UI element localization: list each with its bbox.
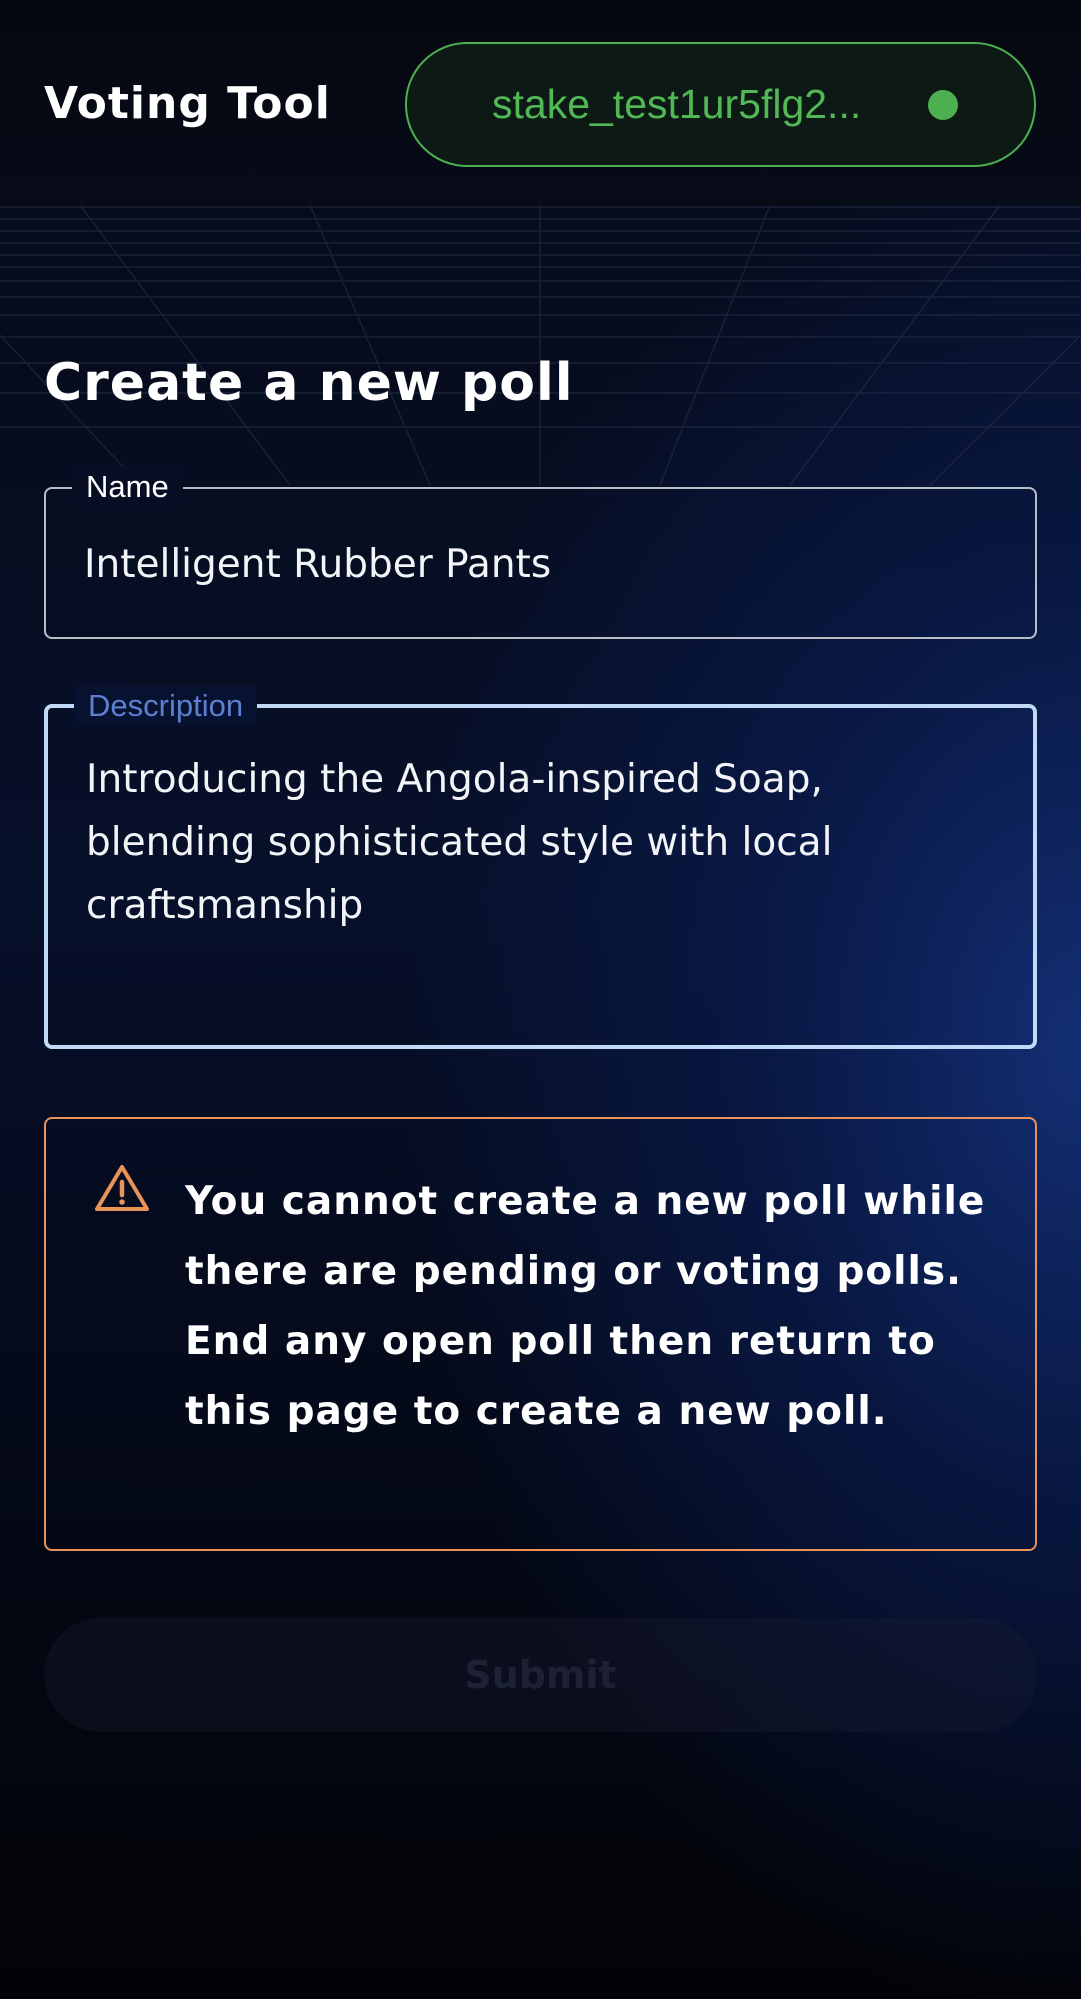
description-input[interactable]: Introducing the Angola-inspired Soap, bl… [86, 748, 995, 1018]
name-label: Name [72, 467, 183, 507]
app-header: Voting Tool stake_test1ur5flg2... [0, 0, 1081, 205]
page-title: Create a new poll [44, 353, 574, 413]
description-label: Description [74, 686, 258, 726]
grid-background [0, 205, 1081, 485]
wallet-connected-dot [928, 89, 958, 120]
submit-button[interactable]: Submit [44, 1618, 1037, 1732]
warning-icon [95, 1165, 149, 1211]
wallet-connect-button[interactable]: stake_test1ur5flg2... [405, 42, 1036, 167]
name-field[interactable]: Name [44, 467, 1037, 639]
app-title: Voting Tool [44, 78, 331, 129]
name-input[interactable] [84, 533, 997, 596]
warning-message: You cannot create a new poll while there… [185, 1179, 986, 1434]
warning-alert: You cannot create a new poll while there… [44, 1117, 1037, 1551]
wallet-address: stake_test1ur5flg2... [492, 81, 862, 127]
description-field[interactable]: Description Introducing the Angola-inspi… [44, 686, 1037, 1049]
